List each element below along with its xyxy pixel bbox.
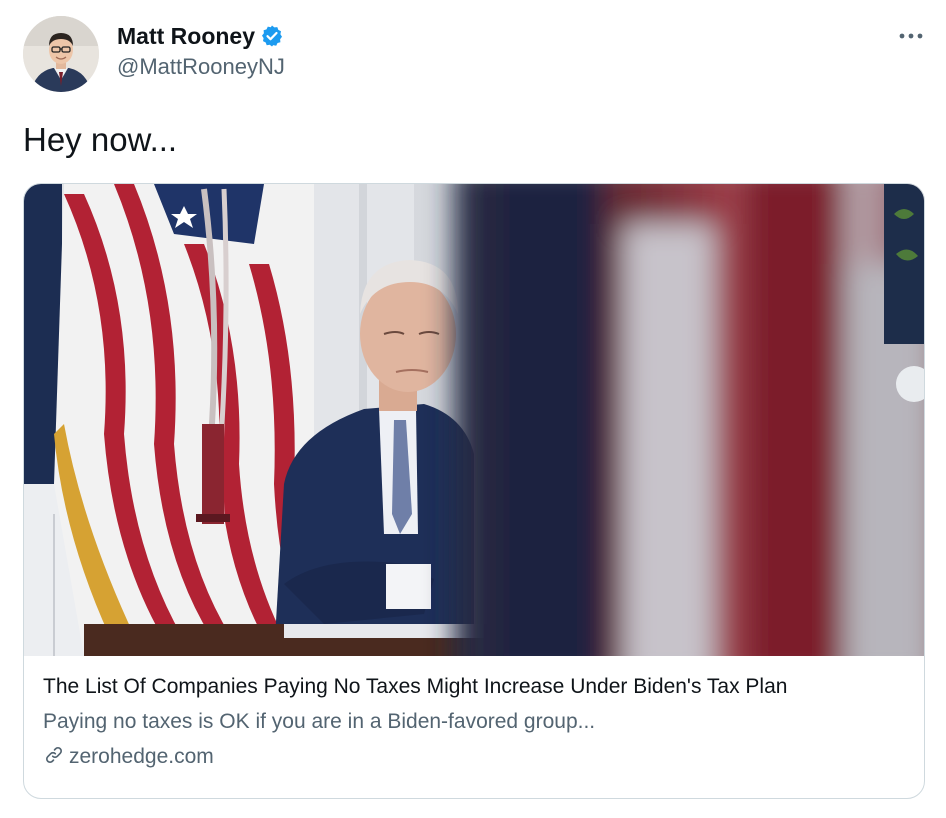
card-meta: The List Of Companies Paying No Taxes Mi…: [43, 672, 905, 772]
link-icon: [43, 744, 65, 771]
card-domain-row: zerohedge.com: [43, 742, 905, 772]
card-description: Paying no taxes is OK if you are in a Bi…: [43, 710, 596, 733]
author-info: Matt Rooney @MattRooneyNJ: [117, 22, 285, 81]
tweet: Matt Rooney @MattRooneyNJ Hey now... The…: [0, 0, 946, 818]
author-handle[interactable]: @MattRooneyNJ: [117, 53, 285, 81]
display-name[interactable]: Matt Rooney: [117, 22, 255, 50]
display-name-row: Matt Rooney: [117, 22, 285, 50]
avatar[interactable]: [23, 16, 99, 92]
card-title[interactable]: The List Of Companies Paying No Taxes Mi…: [43, 672, 905, 702]
more-options-icon[interactable]: [896, 24, 926, 48]
card-image[interactable]: [24, 184, 924, 656]
avatar-image: [23, 16, 99, 92]
verified-badge-icon: [260, 24, 284, 48]
tweet-text: Hey now...: [23, 121, 178, 158]
card-domain[interactable]: zerohedge.com: [69, 742, 214, 772]
link-card[interactable]: The List Of Companies Paying No Taxes Mi…: [23, 183, 925, 799]
